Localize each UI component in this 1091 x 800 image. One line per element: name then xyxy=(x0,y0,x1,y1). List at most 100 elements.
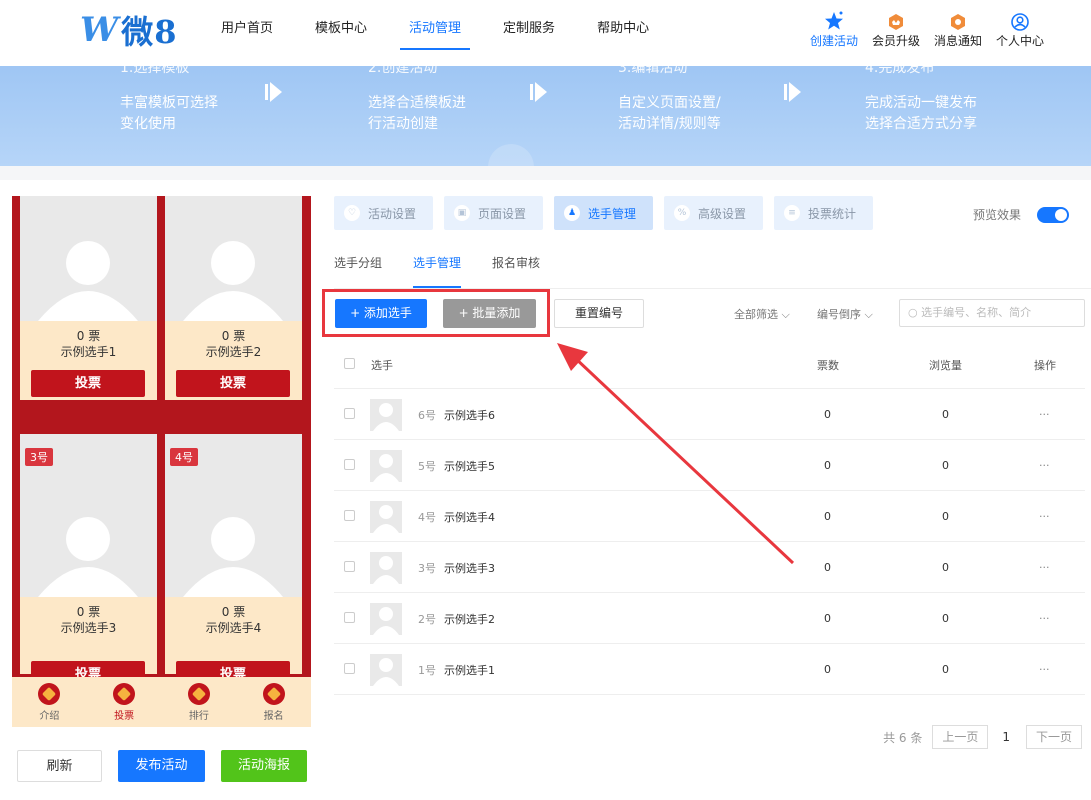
player-cell: 6号 示例选手6 xyxy=(418,389,495,440)
profile-button[interactable]: 个人中心 xyxy=(989,10,1051,49)
phone-tab-intro[interactable]: 介绍 xyxy=(12,677,87,727)
step-desc: 完成活动一键发布 xyxy=(865,95,977,111)
notifications-button[interactable]: 消息通知 xyxy=(927,10,989,49)
avatar-placeholder-icon xyxy=(38,241,138,321)
player-name: 示例选手5 xyxy=(444,459,495,473)
create-activity-button[interactable]: 创建活动 xyxy=(803,10,865,49)
current-page[interactable]: 1 xyxy=(1002,730,1010,744)
player-number: 2号 xyxy=(418,612,436,626)
tab-label: 页面设置 xyxy=(478,206,527,221)
search-input[interactable]: ○ 选手编号、名称、简介 xyxy=(899,299,1085,327)
player-thumbnail xyxy=(370,501,402,533)
nav-help[interactable]: 帮助中心 xyxy=(576,0,670,66)
tab-player-manage[interactable]: ♟ 选手管理 xyxy=(554,196,653,230)
nav-activity-manage[interactable]: 活动管理 xyxy=(388,0,482,66)
header-player: 选手 xyxy=(371,358,393,372)
vote-button[interactable]: 投票 xyxy=(31,370,145,397)
ranking-icon xyxy=(187,683,210,705)
player-thumbnail xyxy=(370,603,402,635)
tab-activity-settings[interactable]: ♡ 活动设置 xyxy=(334,196,433,230)
tab-label: 排行 xyxy=(188,711,209,722)
table-header: 选手 票数 浏览量 操作 xyxy=(334,340,1085,389)
player-cell: 5号 示例选手5 xyxy=(418,440,495,491)
next-page-button[interactable]: 下一页 xyxy=(1025,725,1082,749)
player-cell: 3号 示例选手3 xyxy=(418,542,495,593)
more-actions-icon[interactable]: ··· xyxy=(1039,542,1050,593)
views-cell: 0 xyxy=(942,459,949,472)
votes-cell: 0 xyxy=(824,510,831,523)
list-icon: ≡ xyxy=(784,205,800,221)
row-checkbox[interactable] xyxy=(344,663,355,674)
player-photo: 3号 xyxy=(20,434,157,597)
phone-preview[interactable]: 0 票 示例选手1 投票 0 票 示例选手2 投票 3号 0 票 示例选手3 投… xyxy=(12,196,311,707)
header-views: 浏览量 xyxy=(929,358,962,372)
publish-button[interactable]: 发布活动 xyxy=(118,750,205,782)
nav-custom-service[interactable]: 定制服务 xyxy=(482,0,576,66)
member-upgrade-button[interactable]: 会员升级 xyxy=(865,10,927,49)
bell-badge-icon xyxy=(927,10,989,32)
tab-label: 报名 xyxy=(263,711,284,722)
subtab-groups[interactable]: 选手分组 xyxy=(334,256,382,286)
votes-cell: 0 xyxy=(824,459,831,472)
user-icon: ♟ xyxy=(564,205,580,221)
more-actions-icon[interactable]: ··· xyxy=(1039,491,1050,542)
more-actions-icon[interactable]: ··· xyxy=(1039,593,1050,644)
row-checkbox[interactable] xyxy=(344,459,355,470)
preview-toggle[interactable] xyxy=(1037,206,1069,223)
total-count: 共 6 条 xyxy=(883,730,923,745)
header-actions: 操作 xyxy=(1034,358,1056,372)
player-cell: 4号 示例选手4 xyxy=(418,491,495,542)
filter-all-dropdown[interactable]: 全部筛选 ⌵ xyxy=(734,306,790,322)
nav-home[interactable]: 用户首页 xyxy=(200,0,294,66)
prev-page-button[interactable]: 上一页 xyxy=(932,725,989,749)
row-checkbox[interactable] xyxy=(344,612,355,623)
phone-tab-vote[interactable]: 投票 xyxy=(87,677,162,727)
phone-tab-signup[interactable]: 报名 xyxy=(236,677,311,727)
preview-label: 预览效果 xyxy=(972,208,1021,222)
tab-vote-stats[interactable]: ≡ 投票统计 xyxy=(774,196,873,230)
tab-page-settings[interactable]: ▣ 页面设置 xyxy=(444,196,543,230)
more-actions-icon[interactable]: ··· xyxy=(1039,440,1050,491)
subtab-review[interactable]: 报名审核 xyxy=(492,256,540,286)
step-title: 1.选择模板 xyxy=(120,66,190,76)
player-votes: 0 票 xyxy=(76,605,101,619)
player-toolbar: + 添加选手 + 批量添加 重置编号 全部筛选 ⌵ 编号倒序 ⌵ ○ 选手编号、… xyxy=(322,289,1085,337)
subtab-players[interactable]: 选手管理 xyxy=(413,256,462,288)
more-actions-icon[interactable]: ··· xyxy=(1039,644,1050,695)
heart-icon: ♡ xyxy=(344,205,360,221)
tab-advanced-settings[interactable]: % 高级设置 xyxy=(664,196,763,230)
renumber-button[interactable]: 重置编号 xyxy=(554,299,644,328)
subtabs: 选手分组 选手管理 报名审核 xyxy=(334,256,540,288)
logo[interactable]: W 微8 xyxy=(80,10,177,51)
step-desc: 变化使用 xyxy=(120,116,176,132)
player-photo xyxy=(20,196,157,321)
row-checkbox[interactable] xyxy=(344,510,355,521)
player-photo: 4号 xyxy=(165,434,302,597)
select-all-checkbox[interactable] xyxy=(344,358,355,369)
notifications-label: 消息通知 xyxy=(933,34,982,48)
player-card: 0 票 示例选手2 投票 xyxy=(165,196,302,400)
player-name: 示例选手2 xyxy=(444,612,495,626)
row-checkbox[interactable] xyxy=(344,561,355,572)
step-desc: 选择合适模板进 xyxy=(368,95,466,111)
sort-dropdown[interactable]: 编号倒序 ⌵ xyxy=(817,306,873,322)
phone-tab-ranking[interactable]: 排行 xyxy=(162,677,237,727)
player-number: 5号 xyxy=(418,459,436,473)
table-body: 6号 示例选手6 0 0 ··· 5号 示例选手5 0 0 ··· 4号 示例选手4 0 0 ··· 3号 示例… xyxy=(334,389,1085,695)
player-table: 选手 票数 浏览量 操作 6号 示例选手6 0 0 ··· 5号 示例选手5 0 0 ··· 4号示… xyxy=(334,340,1085,695)
preview-toggle-group: 预览效果 xyxy=(973,206,1069,223)
step-desc: 行活动创建 xyxy=(368,116,438,132)
tab-label: 投票 xyxy=(114,711,135,722)
refresh-button[interactable]: 刷新 xyxy=(17,750,102,782)
more-actions-icon[interactable]: ··· xyxy=(1039,389,1050,440)
percent-icon: % xyxy=(674,205,690,221)
poster-button[interactable]: 活动海报 xyxy=(221,750,307,782)
step-desc: 选择合适方式分享 xyxy=(865,116,977,132)
nav-templates[interactable]: 模板中心 xyxy=(294,0,388,66)
player-number-badge: 4号 xyxy=(170,448,198,466)
row-checkbox[interactable] xyxy=(344,408,355,419)
views-cell: 0 xyxy=(942,561,949,574)
player-name: 示例选手3 xyxy=(60,621,117,635)
vote-button[interactable]: 投票 xyxy=(176,370,290,397)
player-cell: 2号 示例选手2 xyxy=(418,593,495,644)
